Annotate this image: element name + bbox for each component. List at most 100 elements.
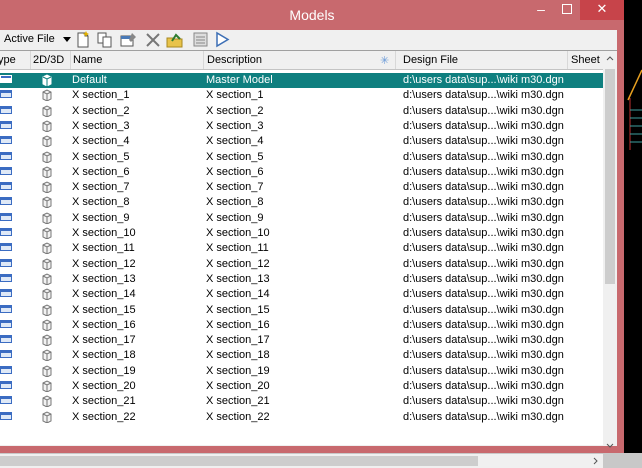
model-design-file: d:\users data\sup...\wiki m30.dgn xyxy=(403,410,564,423)
model-description: X section_20 xyxy=(206,380,270,392)
model-description: X section_9 xyxy=(206,211,264,224)
model-row[interactable]: X section_8 X section_8 d:\users data\sup.… xyxy=(0,195,603,210)
column-header-type[interactable]: ype xyxy=(0,54,16,66)
model-name: X section_8 xyxy=(72,196,130,209)
column-header-2d3d[interactable]: 2D/3D xyxy=(33,54,64,66)
model-row[interactable]: X section_22 X section_22 d:\users data\su… xyxy=(0,410,603,425)
model-design-file: d:\users data\sup...\wiki m30.dgn xyxy=(403,119,564,132)
import-model-icon[interactable] xyxy=(166,31,184,49)
model-row[interactable]: X section_18 X section_18 d:\users data\su… xyxy=(0,348,603,363)
model-description: X section_13 xyxy=(206,272,270,285)
model-description: X section_10 xyxy=(206,227,270,239)
3d-model-icon xyxy=(42,196,52,211)
model-type-icon xyxy=(0,166,14,179)
copy-model-icon[interactable] xyxy=(96,31,114,49)
background-window-edge xyxy=(624,0,642,453)
model-description: X section_2 xyxy=(206,104,264,117)
3d-model-icon xyxy=(42,411,52,426)
model-row[interactable]: Default Master Model d:\users data\sup...\… xyxy=(0,73,603,88)
model-type-icon xyxy=(0,212,14,225)
model-row[interactable]: X section_9 X section_9 d:\users data\sup.… xyxy=(0,211,603,226)
delete-model-icon[interactable] xyxy=(144,31,162,49)
active-file-label[interactable]: Active File xyxy=(4,33,55,45)
model-row[interactable]: X section_7 X section_7 d:\users data\sup.… xyxy=(0,180,603,195)
model-type-icon xyxy=(0,288,14,301)
model-row[interactable]: X section_17 X section_17 d:\users data\su… xyxy=(0,333,603,348)
model-row[interactable]: X section_15 X section_15 d:\users data\su… xyxy=(0,303,603,318)
model-design-file: d:\users data\sup...\wiki m30.dgn xyxy=(403,318,564,331)
model-name: X section_9 xyxy=(72,211,130,224)
model-type-icon xyxy=(0,365,14,378)
model-design-file: d:\users data\sup...\wiki m30.dgn xyxy=(403,364,564,377)
scroll-down-icon[interactable] xyxy=(606,443,614,449)
model-row[interactable]: X section_13 X section_13 d:\users data\su… xyxy=(0,272,603,287)
model-row[interactable]: X section_11 X section_11 d:\users data\su… xyxy=(0,241,603,256)
3d-model-icon xyxy=(42,181,52,196)
model-row[interactable]: X section_10 X section_10 d:\users data\su… xyxy=(0,226,603,241)
title-bar[interactable]: Models – ✕ xyxy=(0,0,624,30)
model-type-icon xyxy=(0,151,14,164)
column-header-design-file[interactable]: Design File xyxy=(403,54,458,66)
column-divider[interactable] xyxy=(567,51,568,69)
model-row[interactable]: X section_19 X section_19 d:\users data\su… xyxy=(0,364,603,379)
3d-model-icon xyxy=(42,288,52,303)
model-name: X section_17 xyxy=(72,334,136,347)
maximize-button[interactable] xyxy=(556,0,578,20)
column-divider[interactable] xyxy=(395,51,396,69)
model-design-file: d:\users data\sup...\wiki m30.dgn xyxy=(403,74,564,86)
model-description: X section_8 xyxy=(206,196,264,209)
model-design-file: d:\users data\sup...\wiki m30.dgn xyxy=(403,257,564,270)
3d-model-icon xyxy=(42,150,52,166)
3d-model-icon xyxy=(42,380,52,395)
vertical-scrollbar[interactable] xyxy=(603,51,617,448)
3d-model-icon xyxy=(42,258,52,273)
model-description: Master Model xyxy=(206,74,273,86)
model-row[interactable]: X section_5 X section_5 d:\users data\sup.… xyxy=(0,150,603,165)
model-name: X section_10 xyxy=(72,227,136,239)
dialog-content: Active File ype 2D/3D Name Description ✳… xyxy=(0,30,617,468)
model-description: X section_6 xyxy=(206,165,264,178)
model-row[interactable]: X section_21 X section_21 d:\users data\su… xyxy=(0,394,603,409)
model-row[interactable]: X section_3 X section_3 d:\users data\sup.… xyxy=(0,119,603,134)
model-name: X section_18 xyxy=(72,349,136,362)
active-file-dropdown-arrow-icon[interactable] xyxy=(63,37,71,42)
model-design-file: d:\users data\sup...\wiki m30.dgn xyxy=(403,104,564,117)
column-header-name[interactable]: Name xyxy=(73,54,102,66)
horizontal-scroll-thumb[interactable] xyxy=(0,456,478,466)
scroll-up-icon[interactable] xyxy=(606,55,614,61)
model-type-icon xyxy=(0,227,14,240)
model-row[interactable]: X section_14 X section_14 d:\users data\su… xyxy=(0,287,603,302)
column-divider[interactable] xyxy=(30,51,31,69)
column-header-description[interactable]: Description xyxy=(207,54,262,66)
3d-model-icon xyxy=(42,74,52,89)
select-model-icon[interactable] xyxy=(214,31,232,49)
new-model-icon[interactable] xyxy=(74,31,92,49)
model-type-icon xyxy=(0,395,14,408)
model-row[interactable]: X section_1 X section_1 d:\users data\sup.… xyxy=(0,88,603,103)
model-type-icon xyxy=(0,196,14,209)
list-view-icon[interactable] xyxy=(192,31,210,49)
model-row[interactable]: X section_6 X section_6 d:\users data\sup.… xyxy=(0,165,603,180)
scroll-right-icon[interactable] xyxy=(593,457,599,465)
close-button[interactable]: ✕ xyxy=(580,0,624,20)
vertical-scroll-thumb[interactable] xyxy=(605,69,615,284)
column-divider[interactable] xyxy=(203,51,204,69)
model-design-file: d:\users data\sup...\wiki m30.dgn xyxy=(403,196,564,209)
3d-model-icon xyxy=(42,334,52,349)
model-row[interactable]: X section_16 X section_16 d:\users data\su… xyxy=(0,318,603,333)
model-row[interactable]: X section_12 X section_12 d:\users data\su… xyxy=(0,257,603,272)
column-header-sheet[interactable]: Sheet xyxy=(571,54,600,66)
model-name: X section_5 xyxy=(72,150,130,163)
horizontal-scrollbar[interactable] xyxy=(0,454,603,468)
model-row[interactable]: X section_2 X section_2 d:\users data\sup.… xyxy=(0,104,603,119)
3d-model-icon xyxy=(42,395,52,410)
model-design-file: d:\users data\sup...\wiki m30.dgn xyxy=(403,303,564,316)
model-design-file: d:\users data\sup...\wiki m30.dgn xyxy=(403,211,564,224)
model-design-file: d:\users data\sup...\wiki m30.dgn xyxy=(403,272,564,285)
model-row[interactable]: X section_20 X section_20 d:\users data\su… xyxy=(0,379,603,394)
minimize-button[interactable]: – xyxy=(528,0,554,20)
model-row[interactable]: X section_4 X section_4 d:\users data\sup.… xyxy=(0,134,603,149)
model-type-icon xyxy=(0,334,14,347)
model-properties-icon[interactable] xyxy=(120,31,138,49)
column-divider[interactable] xyxy=(70,51,71,69)
